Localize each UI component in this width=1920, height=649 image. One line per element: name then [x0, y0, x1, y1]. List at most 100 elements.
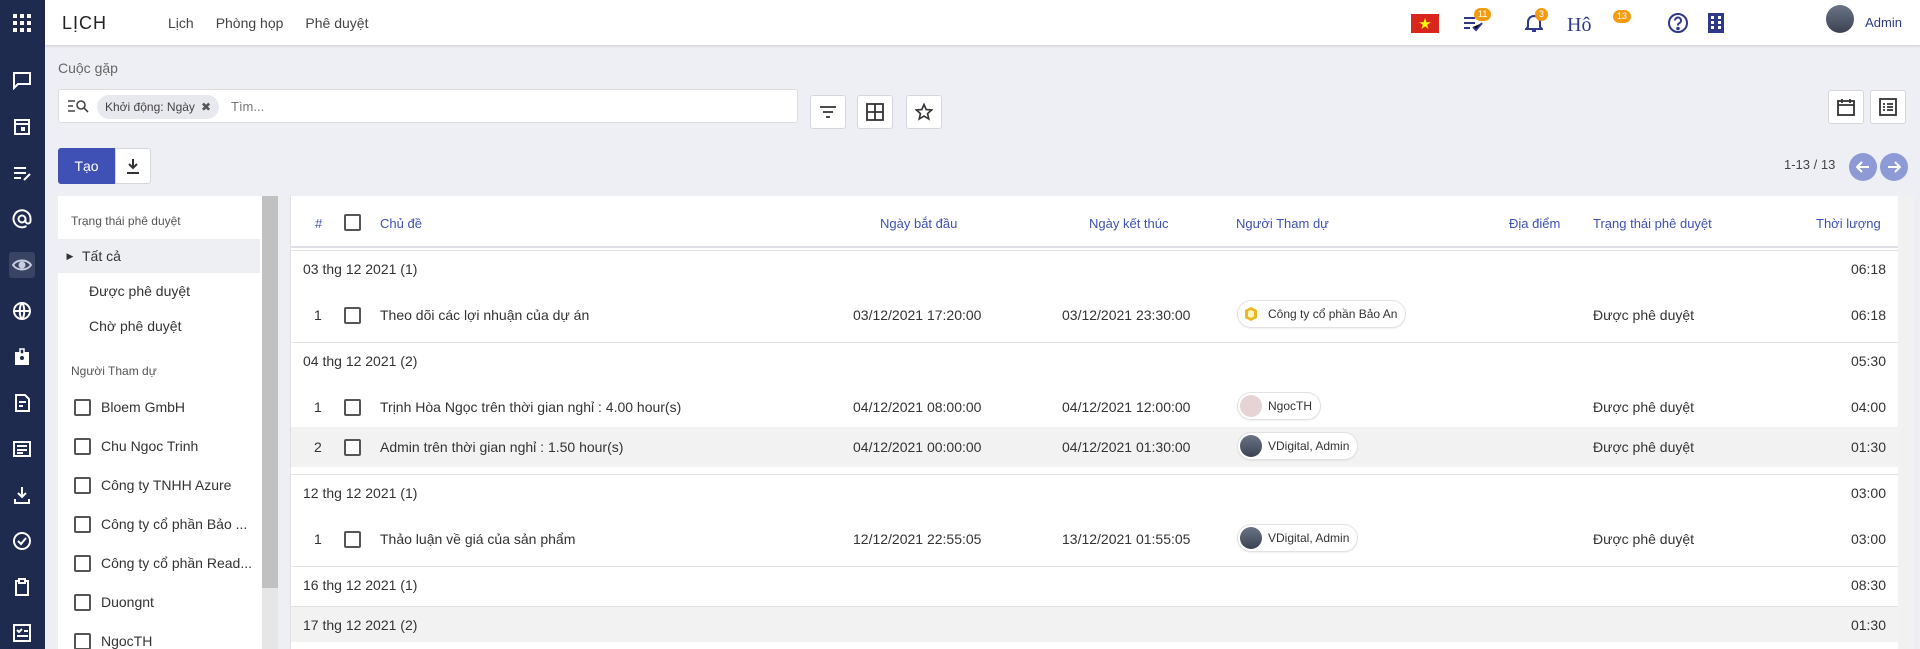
row-checkbox[interactable]	[344, 531, 361, 548]
row-duration: 03:00	[1850, 531, 1886, 547]
row-number: 2	[314, 439, 322, 455]
favorites-button[interactable]	[906, 95, 942, 129]
input-method-label[interactable]: Hô	[1567, 13, 1591, 37]
attendee-chip[interactable]: VDigital, Admin	[1238, 433, 1358, 459]
col-duration[interactable]: Thời lượng	[1816, 216, 1881, 231]
panel-scroll-thumb[interactable]	[262, 196, 278, 588]
calendar-view-button[interactable]	[1828, 90, 1864, 124]
create-button[interactable]: Tạo	[58, 148, 115, 184]
attendee-chip[interactable]: NgocTH	[1238, 393, 1321, 419]
row-subject: Trịnh Hòa Ngọc trên thời gian nghỉ : 4.0…	[380, 399, 682, 415]
row-subject: Admin trên thời gian nghỉ : 1.50 hour(s)	[380, 439, 624, 455]
badge-icon[interactable]	[9, 344, 35, 370]
calendar-icon[interactable]	[9, 113, 35, 139]
row-checkbox[interactable]	[344, 307, 361, 324]
attendee-checkbox[interactable]	[74, 633, 91, 649]
row-number: 1	[314, 399, 322, 415]
search-options-icon[interactable]	[67, 99, 89, 116]
attendee-heading: Người Tham dự	[71, 364, 157, 378]
attendee-checkbox[interactable]	[74, 399, 91, 416]
table-row[interactable]: 2 Admin trên thời gian nghỉ : 1.50 hour(…	[291, 427, 1898, 467]
table-row[interactable]: 1 Thảo luận về giá của sản phẩm 12/12/20…	[291, 519, 1898, 559]
import-icon[interactable]	[9, 482, 35, 508]
row-status: Được phê duyệt	[1593, 531, 1695, 547]
attendee-checkbox[interactable]	[74, 438, 91, 455]
attendee-label: Bloem GmbH	[101, 399, 186, 415]
row-subject: Theo dõi các lợi nhuận của dự án	[380, 307, 590, 323]
attendee-checkbox[interactable]	[74, 594, 91, 611]
search-facet[interactable]: Khởi động: Ngày ✖	[97, 95, 219, 119]
group-duration: 01:30	[1850, 617, 1886, 633]
news-icon[interactable]	[9, 436, 35, 462]
attendee-checkbox[interactable]	[74, 555, 91, 572]
row-checkbox[interactable]	[344, 399, 361, 416]
attendee-chip[interactable]: VDigital, Admin	[1238, 525, 1358, 551]
filter-button[interactable]	[810, 95, 846, 129]
menu-approvals[interactable]: Phê duyệt	[305, 15, 368, 31]
clipboard-icon[interactable]	[9, 574, 35, 600]
extra-counter[interactable]: 13	[1613, 10, 1643, 35]
col-attendees[interactable]: Người Tham dự	[1236, 216, 1329, 231]
group-duration: 05:30	[1850, 353, 1886, 369]
vietnam-flag-icon[interactable]	[1411, 11, 1439, 35]
download-button[interactable]	[115, 148, 151, 184]
remove-facet-icon[interactable]: ✖	[201, 100, 211, 114]
col-end-date[interactable]: Ngày kết thúc	[1089, 216, 1169, 231]
table-scrollbar[interactable]	[1898, 196, 1914, 649]
attendee-checkbox[interactable]	[74, 516, 91, 533]
row-duration: 04:00	[1850, 399, 1886, 415]
bell-icon[interactable]: 3	[1519, 8, 1549, 35]
menu-meeting-rooms[interactable]: Phòng họp	[216, 15, 284, 31]
group-row[interactable]: 04 thg 12 2021 (2) 05:30	[291, 342, 1898, 378]
apps-icon[interactable]	[9, 10, 35, 36]
user-name[interactable]: Admin	[1865, 15, 1902, 30]
group-row[interactable]: 16 thg 12 2021 (1) 08:30	[291, 566, 1898, 602]
select-all-checkbox[interactable]	[344, 214, 361, 231]
globe-icon[interactable]	[9, 298, 35, 324]
attendee-label: Chu Ngoc Trinh	[101, 438, 199, 454]
activity-icon[interactable]: 11	[1458, 8, 1492, 35]
list-view-button[interactable]	[1870, 90, 1906, 124]
pager-value[interactable]: 1-13 / 13	[1784, 157, 1835, 172]
filter-pending[interactable]: Chờ phê duyệt	[58, 309, 260, 343]
panel-scrollbar[interactable]	[262, 196, 278, 649]
edit-doc-icon[interactable]	[9, 390, 35, 416]
chat-icon[interactable]	[9, 67, 35, 93]
user-avatar[interactable]	[1826, 5, 1854, 33]
at-icon[interactable]	[9, 206, 35, 232]
table-row[interactable]: 1 Theo dõi các lợi nhuận của dự án 03/12…	[291, 295, 1898, 335]
eye-icon[interactable]	[9, 252, 35, 278]
check-circle-icon[interactable]	[9, 528, 35, 554]
caret-right-icon: ▶	[66, 250, 74, 261]
row-checkbox[interactable]	[344, 439, 361, 456]
group-by-button[interactable]	[857, 95, 893, 129]
notes-icon[interactable]	[9, 160, 35, 186]
next-page-button[interactable]	[1880, 153, 1908, 181]
search-input[interactable]	[231, 94, 771, 118]
row-end: 04/12/2021 01:30:00	[1062, 439, 1191, 455]
col-subject[interactable]: Chủ đề	[380, 216, 422, 231]
row-number: 1	[314, 531, 322, 547]
previous-page-button[interactable]	[1849, 153, 1877, 181]
row-start: 04/12/2021 08:00:00	[853, 399, 982, 415]
filter-approved[interactable]: Được phê duyệt	[58, 274, 260, 308]
checklist-icon[interactable]	[9, 620, 35, 646]
table-row[interactable]: 1 Trịnh Hòa Ngọc trên thời gian nghỉ : 4…	[291, 387, 1898, 427]
group-row[interactable]: 12 thg 12 2021 (1) 03:00	[291, 474, 1898, 510]
col-approval-status[interactable]: Trạng thái phê duyệt	[1593, 216, 1712, 231]
help-icon[interactable]	[1667, 11, 1689, 35]
filter-all[interactable]: ▶ Tất cả	[58, 239, 260, 273]
group-row[interactable]: 17 thg 12 2021 (2) 01:30	[291, 606, 1898, 642]
col-location[interactable]: Địa điểm	[1509, 216, 1560, 231]
breadcrumb: Cuộc gặp	[58, 60, 118, 76]
menu-calendar[interactable]: Lịch	[168, 15, 194, 31]
row-status: Được phê duyệt	[1593, 307, 1695, 323]
row-end: 04/12/2021 12:00:00	[1062, 399, 1191, 415]
attendee-checkbox[interactable]	[74, 477, 91, 494]
col-start-date[interactable]: Ngày bắt đầu	[880, 216, 957, 231]
attendee-chip[interactable]: Công ty cổ phần Bảo An	[1238, 301, 1406, 327]
company-icon[interactable]	[1707, 11, 1725, 35]
row-status: Được phê duyệt	[1593, 439, 1695, 455]
group-row[interactable]: 03 thg 12 2021 (1) 06:18	[291, 250, 1898, 286]
group-duration: 03:00	[1850, 485, 1886, 501]
